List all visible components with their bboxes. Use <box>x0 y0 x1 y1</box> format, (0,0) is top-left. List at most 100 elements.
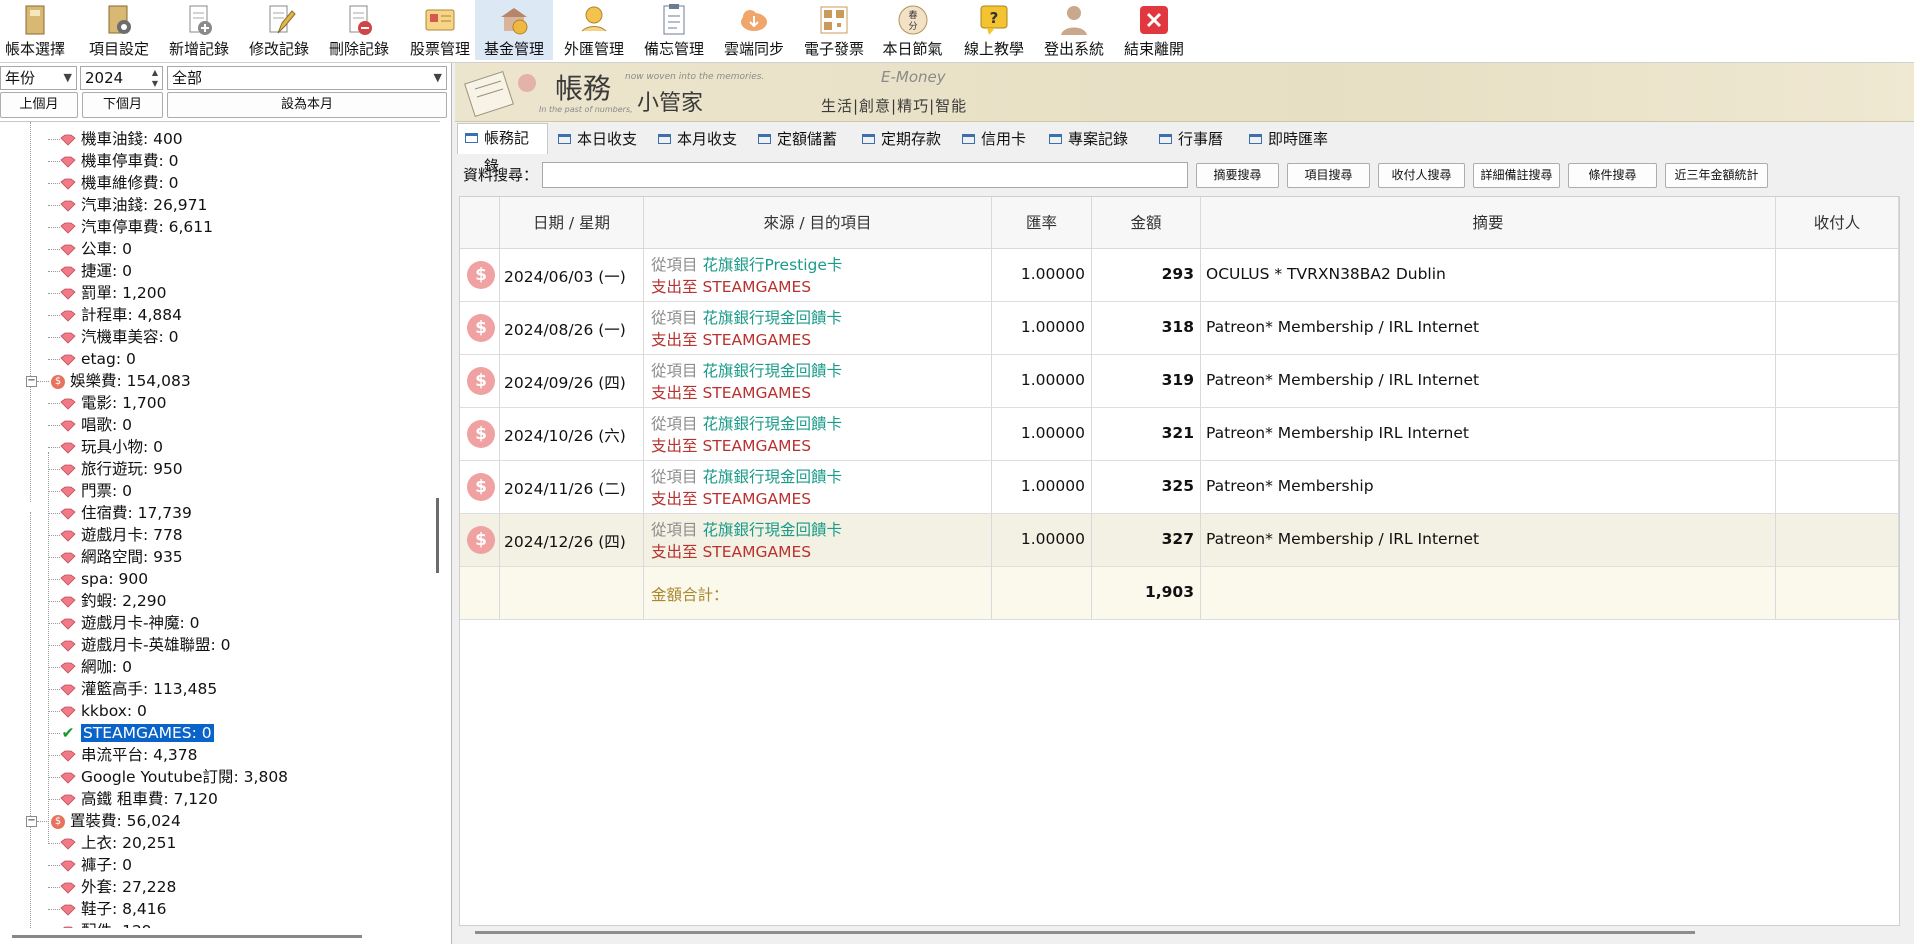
tree-leaf-node[interactable]: 網路空間: 935 <box>48 546 183 568</box>
checkmark-icon: ✔ <box>61 724 75 742</box>
toolbar-button-10[interactable]: 雲端同步 <box>715 0 793 60</box>
logout-user-icon <box>1061 6 1087 35</box>
tree-leaf-node[interactable]: 電影: 1,700 <box>48 392 166 414</box>
tab-2[interactable]: 本日收支 <box>551 125 648 153</box>
tree-leaf-node[interactable]: 鞋子: 8,416 <box>48 898 166 920</box>
tree-leaf-node[interactable]: 公車: 0 <box>48 238 132 260</box>
toolbar-button-9[interactable]: 備忘管理 <box>635 0 713 60</box>
row-amount: 319 <box>1161 371 1194 389</box>
toolbar-button-14[interactable]: 登出系統 <box>1035 0 1113 60</box>
grid-header-5[interactable]: 摘要 <box>1201 197 1776 249</box>
collapse-toggle-icon[interactable]: − <box>26 816 37 827</box>
total-row: 金額合計： 1,903 <box>460 567 1899 620</box>
tree-leaf-node[interactable]: 汽車停車費: 6,611 <box>48 216 213 238</box>
tree-leaf-node[interactable]: etag: 0 <box>48 348 136 370</box>
category-tree[interactable]: 機車油錢: 400 機車停車費: 0 機車維修費: 0 汽車油錢: 26,971… <box>0 121 440 928</box>
grid-header-3[interactable]: 匯率 <box>992 197 1092 249</box>
tree-connector <box>48 227 60 228</box>
grid-header-6[interactable]: 收付人 <box>1776 197 1899 249</box>
category-select[interactable]: 全部 ▼ <box>167 66 447 90</box>
search-button-5[interactable]: 條件搜尋 <box>1568 163 1657 188</box>
tree-leaf-node[interactable]: 上衣: 20,251 <box>48 832 176 854</box>
tree-leaf-node[interactable]: 唱歌: 0 <box>48 414 132 436</box>
toolbar-button-3[interactable]: 新增記錄 <box>160 0 238 60</box>
tree-horizontal-scrollbar[interactable] <box>12 935 362 938</box>
toolbar-button-6[interactable]: 股票管理 <box>400 0 480 60</box>
tree-leaf-node[interactable]: 旅行遊玩: 950 <box>48 458 183 480</box>
tree-leaf-node[interactable]: 釣蝦: 2,290 <box>48 590 166 612</box>
tab-4[interactable]: 定額儲蓄 <box>751 125 852 153</box>
toolbar-button-5[interactable]: 刪除記錄 <box>320 0 398 60</box>
table-row[interactable]: $2024/10/26 (六) 從項目 花旗銀行現金回饋卡 支出至 STEAMGAM… <box>460 408 1899 461</box>
grid-horizontal-scrollbar[interactable] <box>475 931 1695 934</box>
tab-5[interactable]: 定期存款 <box>855 125 952 153</box>
tab-6[interactable]: 信用卡 <box>955 125 1039 153</box>
tree-leaf-node[interactable]: 遊戲月卡-神魔: 0 <box>48 612 200 634</box>
tree-leaf-node[interactable]: 門票: 0 <box>48 480 132 502</box>
collapse-toggle-icon[interactable]: − <box>26 376 37 387</box>
grid-header-2[interactable]: 來源 / 目的項目 <box>644 197 992 249</box>
grid-header-1[interactable]: 日期 / 星期 <box>500 197 644 249</box>
tree-scrollbar[interactable] <box>436 498 439 573</box>
search-button-3[interactable]: 收付人搜尋 <box>1378 163 1465 188</box>
tree-leaf-node[interactable]: 高鐵 租車費: 7,120 <box>48 788 218 810</box>
tree-leaf-node[interactable]: 計程車: 4,884 <box>48 304 182 326</box>
tree-leaf-node[interactable]: 住宿費: 17,739 <box>48 502 192 524</box>
toolbar-button-13[interactable]: ? 線上教學 <box>955 0 1033 60</box>
prev-month-button[interactable]: 上個月 <box>0 92 78 118</box>
tree-leaf-node[interactable]: 汽機車美容: 0 <box>48 326 178 348</box>
tree-leaf-node[interactable]: 外套: 27,228 <box>48 876 176 898</box>
tree-leaf-node[interactable]: 褲子: 0 <box>48 854 132 876</box>
toolbar-button-11[interactable]: 電子發票 <box>795 0 873 60</box>
table-row[interactable]: $2024/11/26 (二) 從項目 花旗銀行現金回饋卡 支出至 STEAMGAM… <box>460 461 1899 514</box>
tree-leaf-node[interactable]: 汽車油錢: 26,971 <box>48 194 207 216</box>
toolbar-button-12[interactable]: 春分本日節氣 <box>875 0 950 60</box>
toolbar-button-4[interactable]: 修改記錄 <box>240 0 318 60</box>
set-current-month-button[interactable]: 設為本月 <box>167 92 447 118</box>
search-input[interactable] <box>542 162 1188 188</box>
tree-leaf-node[interactable]: 網咖: 0 <box>48 656 132 678</box>
tab-9[interactable]: 即時匯率 <box>1242 125 1349 153</box>
tab-3[interactable]: 本月收支 <box>651 125 748 153</box>
tree-leaf-node[interactable]: 機車停車費: 0 <box>48 150 178 172</box>
tree-leaf-node[interactable]: spa: 900 <box>48 568 148 590</box>
search-button-2[interactable]: 項目搜尋 <box>1287 163 1370 188</box>
tree-leaf-node[interactable]: kkbox: 0 <box>48 700 147 722</box>
toolbar-button-8[interactable]: 外匯管理 <box>555 0 633 60</box>
tab-1[interactable]: 帳務記錄 <box>457 123 548 175</box>
tree-leaf-node[interactable]: 遊戲月卡-英雄聯盟: 0 <box>48 634 231 656</box>
tree-leaf-node[interactable]: 機車油錢: 400 <box>48 128 183 150</box>
tree-leaf-node[interactable]: 捷運: 0 <box>48 260 132 282</box>
table-row[interactable]: $2024/08/26 (一) 從項目 花旗銀行現金回饋卡 支出至 STEAMGAM… <box>460 302 1899 355</box>
solar-term-icon: 春分 <box>898 5 927 35</box>
table-row[interactable]: $2024/12/26 (四) 從項目 花旗銀行現金回饋卡 支出至 STEAMGAM… <box>460 514 1899 567</box>
search-button-1[interactable]: 摘要搜尋 <box>1196 163 1279 188</box>
tree-leaf-node[interactable]: 罰單: 1,200 <box>48 282 166 304</box>
search-button-4[interactable]: 詳細備註搜尋 <box>1473 163 1560 188</box>
table-row[interactable]: $2024/06/03 (一) 從項目 花旗銀行Prestige卡 支出至 STEA… <box>460 249 1899 302</box>
grid-header-4[interactable]: 金額 <box>1092 197 1201 249</box>
tree-leaf-node[interactable]: ✔ STEAMGAMES: 0 <box>48 722 214 744</box>
tab-7[interactable]: 專案記錄 <box>1042 125 1149 153</box>
spin-arrows-icon[interactable]: ▲ ▼ <box>152 67 158 89</box>
tree-group-node[interactable]: − $ 娛樂費: 154,083 <box>26 370 191 392</box>
tree-leaf-node[interactable]: 串流平台: 4,378 <box>48 744 197 766</box>
total-label: 金額合計： <box>651 586 729 604</box>
toolbar-button-2[interactable]: 項目設定 <box>80 0 158 60</box>
tree-leaf-node[interactable]: 玩具小物: 0 <box>48 436 163 458</box>
tree-leaf-node[interactable]: 配件: 129 <box>48 920 152 928</box>
year-stepper[interactable]: 2024 ▲ ▼ <box>80 66 163 90</box>
tree-leaf-node[interactable]: 遊戲月卡: 778 <box>48 524 183 546</box>
next-month-button[interactable]: 下個月 <box>82 92 163 118</box>
tab-8[interactable]: 行事曆 <box>1152 125 1239 153</box>
toolbar-button-7[interactable]: 基金管理 <box>475 0 553 60</box>
toolbar-button-1[interactable]: 帳本選擇 <box>0 0 70 60</box>
search-button-6[interactable]: 近三年金額統計 <box>1665 163 1768 188</box>
tree-leaf-node[interactable]: 灌籃高手: 113,485 <box>48 678 217 700</box>
tree-leaf-node[interactable]: 機車維修費: 0 <box>48 172 178 194</box>
tree-leaf-node[interactable]: Google Youtube訂閱: 3,808 <box>48 766 288 788</box>
period-select[interactable]: 年份 ▼ <box>0 66 77 90</box>
table-row[interactable]: $2024/09/26 (四) 從項目 花旗銀行現金回饋卡 支出至 STEAMGAM… <box>460 355 1899 408</box>
tree-group-node[interactable]: − $ 置裝費: 56,024 <box>26 810 181 832</box>
toolbar-button-15[interactable]: 結束離開 <box>1115 0 1193 60</box>
